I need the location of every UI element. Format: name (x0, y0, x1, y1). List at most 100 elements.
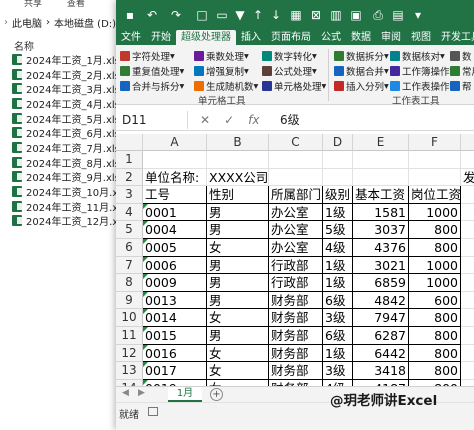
data-cell[interactable]: 女 (207, 344, 269, 363)
cell[interactable] (409, 168, 461, 187)
unit-value-cell[interactable]: XXXX公司 (207, 168, 269, 187)
preview-icon[interactable]: ▤ (390, 7, 406, 23)
file-item[interactable]: 2024年工资_12月.xlsx (12, 214, 132, 228)
insert-column-button[interactable]: 插入分列 ▾ (334, 79, 389, 93)
tab-insert[interactable]: 插入 (236, 30, 266, 45)
row-header[interactable]: 2 (116, 168, 143, 187)
column-header[interactable]: A (143, 134, 207, 151)
data-cell[interactable]: 财务部 (269, 291, 323, 310)
cell[interactable] (207, 151, 269, 169)
data-cell[interactable]: 6级 (323, 327, 353, 345)
cell[interactable] (461, 257, 474, 275)
file-item[interactable]: 2024年工资_2月.xlsx (12, 67, 132, 82)
cell[interactable] (461, 186, 474, 204)
data-cell[interactable]: 0017 (143, 362, 207, 380)
name-column-header[interactable]: 名称 (14, 38, 34, 53)
insert-function-icon[interactable]: fx (248, 113, 259, 127)
row-header[interactable]: 10 (116, 309, 143, 327)
row-header[interactable]: 9 (116, 291, 143, 310)
data-split-button[interactable]: 数据拆分 ▾ (334, 49, 389, 63)
tab-data[interactable]: 数据 (346, 30, 376, 45)
file-item[interactable]: 2024年工资_8月.xlsx (12, 155, 132, 170)
tab-page-layout[interactable]: 页面布局 (266, 30, 316, 45)
merge-split-button[interactable]: 合并与拆分 ▾ (120, 79, 184, 93)
data-cell[interactable]: 5级 (323, 221, 353, 239)
header-cell[interactable]: 性别 (207, 186, 269, 204)
cell[interactable] (353, 151, 409, 169)
data-compare-button[interactable]: 数据核对 ▾ (390, 49, 445, 63)
data-cell[interactable]: 7947 (353, 309, 409, 327)
cell[interactable] (461, 345, 474, 363)
sort-asc-icon[interactable]: ↑ (250, 7, 266, 23)
data-cell[interactable]: 800 (409, 239, 461, 257)
data-cell[interactable]: 男 (207, 327, 269, 345)
file-item[interactable]: 2024年工资_5月.xlsx (12, 111, 132, 126)
data-cell[interactable]: 财务部 (269, 309, 323, 327)
formula-process-button[interactable]: 公式处理 ▾ (262, 64, 317, 78)
worksheet-ops-button[interactable]: 工作表操作▾ (390, 79, 454, 93)
header-cell[interactable]: 岗位工资 (409, 186, 461, 204)
data-cell[interactable]: 办公室 (269, 203, 323, 222)
column-header[interactable] (461, 134, 474, 151)
row-header[interactable]: 6 (116, 239, 143, 257)
accessibility-icon[interactable] (148, 407, 158, 416)
data-cell[interactable]: 办公室 (269, 239, 323, 257)
common-tools-button[interactable]: 常用 (450, 64, 474, 78)
address-bar[interactable]: › 此电脑 › 本地磁盘 (D:) (0, 12, 120, 32)
cell[interactable] (461, 274, 474, 292)
row-header[interactable]: 12 (116, 344, 143, 363)
data-cell[interactable]: 女 (207, 309, 269, 327)
confirm-icon[interactable]: ✓ (224, 113, 234, 127)
tab-view[interactable]: 视图 (406, 30, 436, 45)
tab-review[interactable]: 审阅 (376, 30, 406, 45)
data-cell[interactable]: 财务部 (269, 362, 323, 380)
data-cell[interactable]: 1级 (323, 274, 353, 292)
data-cell[interactable]: 0006 (143, 256, 207, 275)
cell[interactable] (323, 168, 353, 187)
cell-process-button[interactable]: 单元格处理 ▾ (262, 79, 326, 93)
data-cell[interactable]: 1000 (409, 256, 461, 275)
data-cell[interactable]: 6859 (353, 274, 409, 292)
data-cell[interactable]: 4376 (353, 239, 409, 257)
print-icon[interactable]: ⎙ (370, 7, 386, 23)
select-all-corner[interactable] (116, 134, 143, 151)
row-header[interactable]: 11 (116, 327, 143, 345)
row-header[interactable]: 8 (116, 274, 143, 292)
data-cell[interactable]: 3级 (323, 309, 353, 327)
undo-icon[interactable]: ↶ (144, 7, 160, 23)
cell[interactable] (323, 151, 353, 169)
data-cell[interactable]: 1级 (323, 344, 353, 363)
formula-input[interactable]: 6级 (280, 111, 300, 129)
column-header[interactable]: E (353, 134, 409, 151)
file-item[interactable]: 2024年工资_1月.xlsx (12, 52, 132, 67)
cell[interactable] (461, 327, 474, 345)
data-cell[interactable]: 财务部 (269, 327, 323, 345)
file-item[interactable]: 2024年工资_10月.xlsx (12, 184, 132, 199)
table-icon[interactable]: ▦ (288, 7, 304, 23)
sheet-tab-jan[interactable]: 1月 (168, 387, 202, 402)
add-sheet-icon[interactable]: + (210, 388, 223, 401)
row-header[interactable]: 4 (116, 203, 143, 222)
file-item[interactable]: 2024年工资_9月.xlsx (12, 170, 132, 184)
data-cell[interactable]: 3021 (353, 256, 409, 275)
file-item[interactable]: 2024年工资_3月.xlsx (12, 81, 132, 96)
customize-icon[interactable]: ▾ (410, 7, 426, 23)
header-cell[interactable]: 基本工资 (353, 186, 409, 204)
cell[interactable] (269, 151, 323, 169)
data-cell[interactable]: 男 (207, 221, 269, 239)
file-item[interactable]: 2024年工资_11月.xlsx (12, 199, 132, 214)
dup-process-button[interactable]: 重复值处理 ▾ (120, 64, 184, 78)
data-cell[interactable]: 1581 (353, 203, 409, 222)
data-cell[interactable]: 0014 (143, 309, 207, 327)
data-cell[interactable]: 800 (409, 221, 461, 239)
random-number-button[interactable]: 生成随机数 ▾ (194, 79, 258, 93)
cell[interactable] (461, 292, 474, 310)
column-header[interactable]: F (409, 134, 461, 151)
help-button[interactable]: 帮 (450, 79, 472, 93)
prev-sheet-icon[interactable]: ◀ (122, 388, 129, 398)
data-cell[interactable]: 1级 (323, 256, 353, 275)
number-convert-button[interactable]: 数字转化 ▾ (262, 49, 317, 63)
data-cell[interactable]: 800 (409, 362, 461, 380)
clear-icon[interactable]: ⊠ (308, 7, 324, 23)
data-cell[interactable]: 800 (409, 327, 461, 345)
